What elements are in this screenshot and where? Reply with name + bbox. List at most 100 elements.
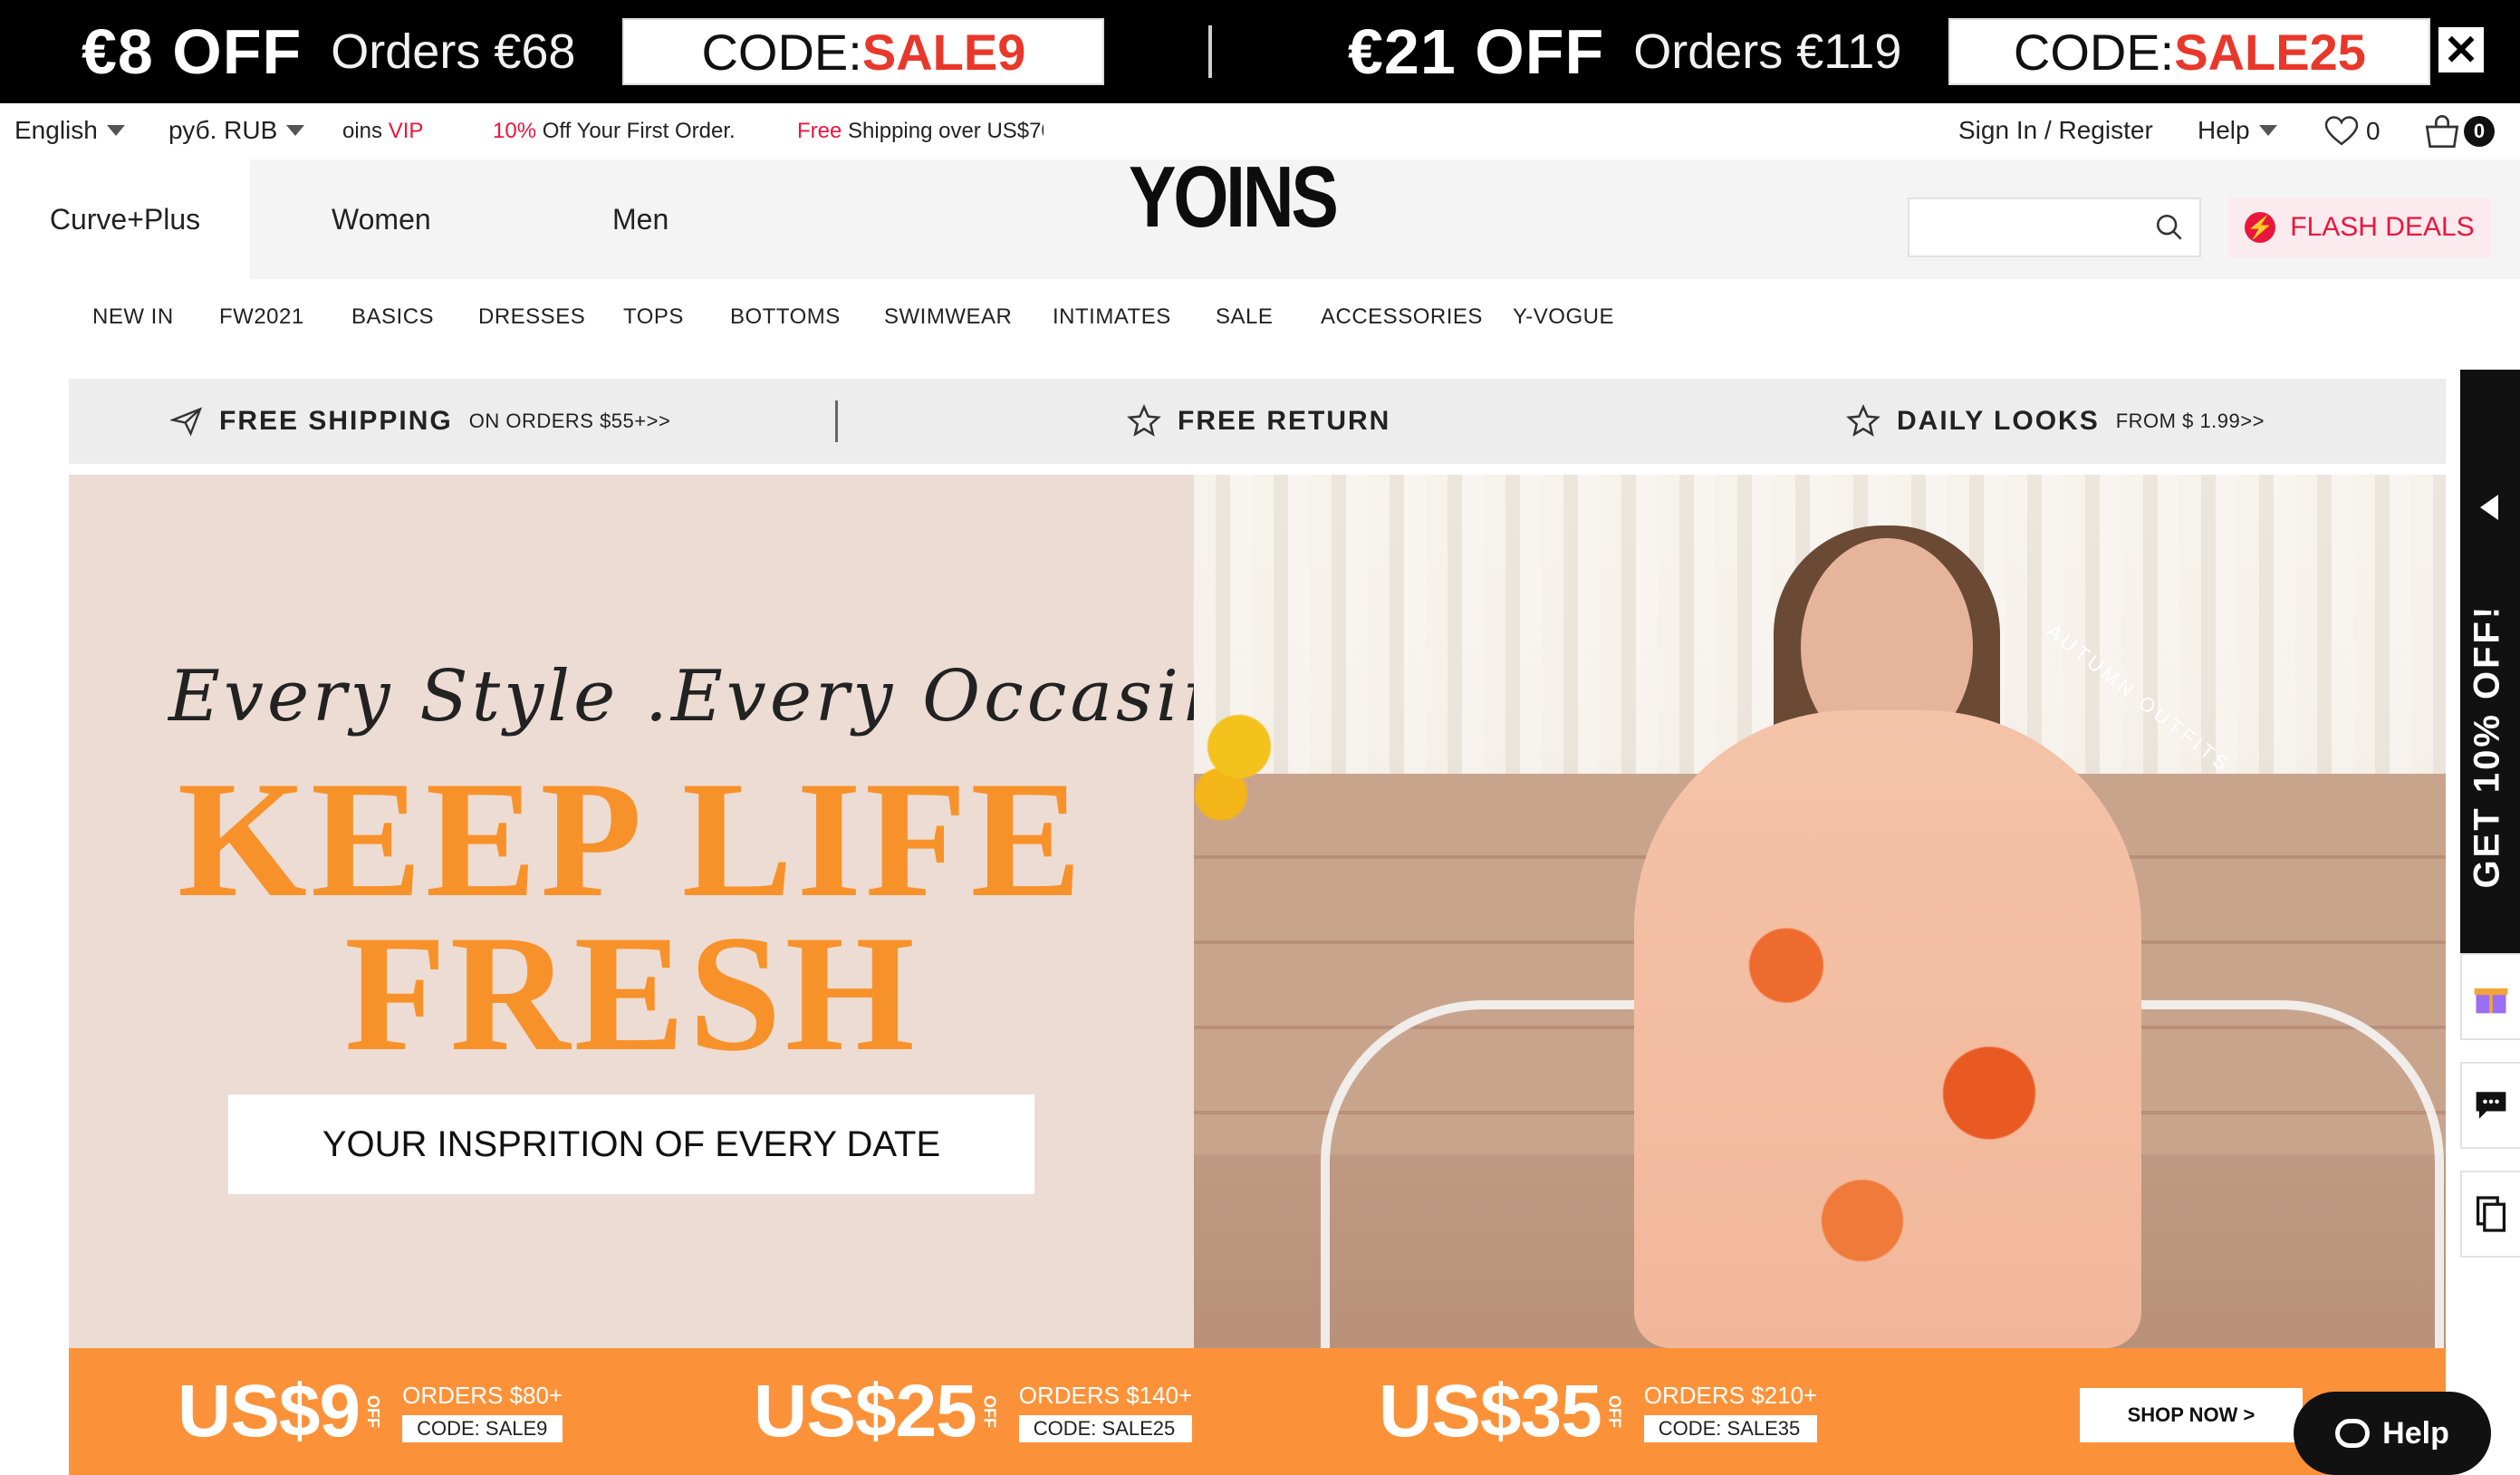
category-bottoms[interactable]: BOTTOMS [730,304,841,330]
currency-select[interactable]: руб. RUB [168,116,305,145]
help-label: Help [2198,116,2250,144]
chevron-down-icon [286,125,305,136]
coupon-off: OFF [364,1395,383,1428]
benefit-subtitle: ON ORDERS $55+>> [468,410,671,432]
star-icon [1127,404,1161,437]
tab-curve-plus[interactable]: Curve+Plus [0,159,250,279]
copy-icon [2476,1196,2506,1232]
category-y-vogue[interactable]: Y-VOGUE [1513,304,1614,330]
first-order-promo[interactable]: 10% Off Your First Order. [493,119,736,144]
tab-women[interactable]: Women [332,159,431,279]
promo-offer-2-orders: Orders €119 [1633,24,1902,79]
plane-icon [170,407,203,437]
coupon-code: CODE: SALE25 [1018,1414,1193,1442]
language-select[interactable]: English [14,116,125,145]
code-label: CODE: [2013,23,2175,81]
side-discount-tab[interactable]: GET 10% OFF! [2460,370,2520,953]
coupon-1[interactable]: US$9 OFF ORDERS $80+ CODE: SALE9 [178,1348,563,1475]
promo-offer-1-amount: €8 OFF [82,16,303,87]
coupon-info: ORDERS $140+ CODE: SALE25 [1018,1381,1193,1442]
category-swimwear[interactable]: SWIMWEAR [884,304,1012,330]
code-value: SALE9 [861,23,1026,81]
sign-in-link[interactable]: Sign In / Register [1958,116,2153,145]
currency-label: руб. RUB [168,116,278,144]
cart-count-badge: 0 [2464,116,2495,147]
promo-offer-2: €21 OFF Orders €119 CODE: SALE25 [1348,0,2431,103]
promo-offer-2-amount: €21 OFF [1348,16,1605,87]
close-icon[interactable]: ✕ [2438,26,2484,73]
hero-text-panel: Every Style .Every Occasin KEEP LIFE FRE… [69,475,1227,1348]
language-label: English [14,116,98,144]
benefit-divider [835,400,838,442]
cart-link[interactable]: 0 [2424,114,2495,149]
heart-icon [2324,116,2359,146]
wishlist-count: 0 [2366,117,2381,145]
sunflowers [1194,692,1284,828]
promo-divider [1208,25,1212,78]
hero-cta[interactable]: YOUR INSPRITION OF EVERY DATE [228,1094,1034,1194]
benefit-free-return[interactable]: FREE RETURN [1127,379,1390,464]
promo-offer-1-orders: Orders €68 [331,24,576,79]
category-basics[interactable]: BASICS [351,304,434,330]
gift-button[interactable] [2460,953,2520,1040]
tab-men[interactable]: Men [612,159,668,279]
category-dresses[interactable]: DRESSES [478,304,585,330]
coupon-code: CODE: SALE35 [1643,1414,1818,1442]
category-tops[interactable]: TOPS [623,304,684,330]
yoins-logo[interactable]: YOINS [1129,149,1339,246]
coupon-info: ORDERS $80+ CODE: SALE9 [402,1382,563,1442]
coupon-minimum: ORDERS $140+ [1018,1381,1193,1409]
category-sale[interactable]: SALE [1216,304,1273,330]
side-discount-label: GET 10% OFF! [2467,603,2507,889]
wishlist-link[interactable]: 0 [2324,116,2381,147]
chat-button[interactable] [2460,1062,2520,1149]
copy-button[interactable] [2460,1171,2520,1258]
help-button-label: Help [2382,1415,2449,1451]
first-order-text: Off Your First Order. [542,119,736,143]
chevron-down-icon [106,125,125,136]
cart-icon [2425,115,2459,148]
coupon-amount: US$9 [178,1370,361,1452]
benefits-strip: FREE SHIPPING ON ORDERS $55+>> FREE RETU… [69,379,2446,464]
benefit-title: FREE RETURN [1178,406,1391,436]
hero-image: AUTUMN OUTFITS [1194,475,2446,1348]
coupon-2[interactable]: US$25 OFF ORDERS $140+ CODE: SALE25 [754,1348,1193,1475]
hero-headline-line2: FRESH [344,901,919,1085]
first-order-percent: 10% [493,119,537,143]
model-dress [1634,710,2141,1348]
vip-prefix: oins [342,119,383,143]
vip-label: VIP [388,119,424,143]
vip-link[interactable]: oins VIP [342,119,423,144]
star-icon [1846,404,1880,437]
category-fw2021[interactable]: FW2021 [219,304,304,330]
flash-deals-button[interactable]: ⚡ FLASH DEALS [2228,198,2491,257]
coupon-info: ORDERS $210+ CODE: SALE35 [1643,1381,1818,1442]
search-icon[interactable] [2154,212,2185,243]
free-shipping-promo[interactable]: Free Shipping over US$70 [797,119,1044,144]
hero-banner[interactable]: Every Style .Every Occasin KEEP LIFE FRE… [69,475,2446,1348]
category-new-in[interactable]: NEW IN [92,304,174,330]
benefit-free-shipping[interactable]: FREE SHIPPING ON ORDERS $55+>> [170,379,670,464]
help-chat-button[interactable]: Help [2294,1392,2491,1475]
category-intimates[interactable]: INTIMATES [1053,304,1171,330]
benefit-subtitle: FROM $ 1.99>> [2115,410,2265,432]
code-value: SALE25 [2174,23,2366,81]
promo-offer-1-code[interactable]: CODE: SALE9 [622,18,1105,85]
help-menu[interactable]: Help [2198,116,2277,145]
category-accessories[interactable]: ACCESSORIES [1321,304,1483,330]
chat-bubble-icon [2335,1419,2371,1448]
coupon-3[interactable]: US$35 OFF ORDERS $210+ CODE: SALE35 [1379,1348,1818,1475]
shop-now-button[interactable]: SHOP NOW > [2080,1388,2303,1442]
benefit-daily-looks[interactable]: DAILY LOOKS FROM $ 1.99>> [1846,379,2265,464]
hero-script-text: Every Style .Every Occasin [168,656,1232,738]
sign-in-label: Sign In / Register [1958,116,2153,144]
hero-headline-line1: KEEP LIFE [177,747,1086,931]
coupon-minimum: ORDERS $210+ [1643,1381,1818,1409]
chevron-down-icon [2258,125,2277,136]
search-input[interactable] [1908,198,2201,257]
coupon-bar: US$9 OFF ORDERS $80+ CODE: SALE9 US$25 O… [69,1348,2446,1475]
coupon-off: OFF [980,1395,999,1428]
chevron-left-icon [2480,495,2498,520]
benefit-title: FREE SHIPPING [219,406,453,436]
promo-offer-2-code[interactable]: CODE: SALE25 [1948,18,2431,85]
